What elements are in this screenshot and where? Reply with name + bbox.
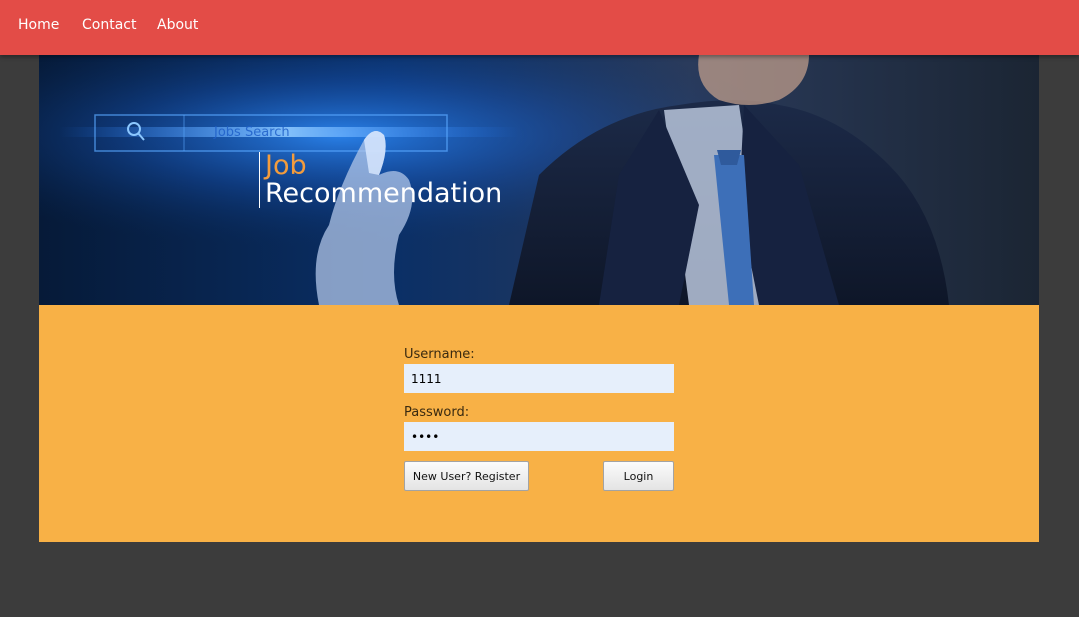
password-input[interactable]	[404, 422, 674, 451]
banner-title-line2: Recommendation	[265, 178, 503, 209]
banner-search-text: Jobs Search	[213, 125, 290, 140]
banner-title-line1: Job	[265, 150, 307, 181]
nav-about-link[interactable]: About	[157, 17, 198, 33]
nav-home-link[interactable]: Home	[18, 17, 59, 33]
username-label: Username:	[404, 347, 475, 362]
nav-contact-link[interactable]: Contact	[82, 17, 136, 33]
login-panel: Username: Password: New User? Register L…	[39, 305, 1039, 542]
top-navbar: Home Contact About	[0, 0, 1079, 55]
password-label: Password:	[404, 405, 470, 420]
hero-banner: Jobs Search Job Recommendation	[39, 55, 1039, 305]
login-button[interactable]: Login	[603, 461, 674, 491]
banner-title: Job Recommendation	[259, 152, 502, 208]
register-button[interactable]: New User? Register	[404, 461, 529, 491]
username-input[interactable]	[404, 364, 674, 393]
hero-banner-image: Jobs Search	[39, 55, 1039, 305]
